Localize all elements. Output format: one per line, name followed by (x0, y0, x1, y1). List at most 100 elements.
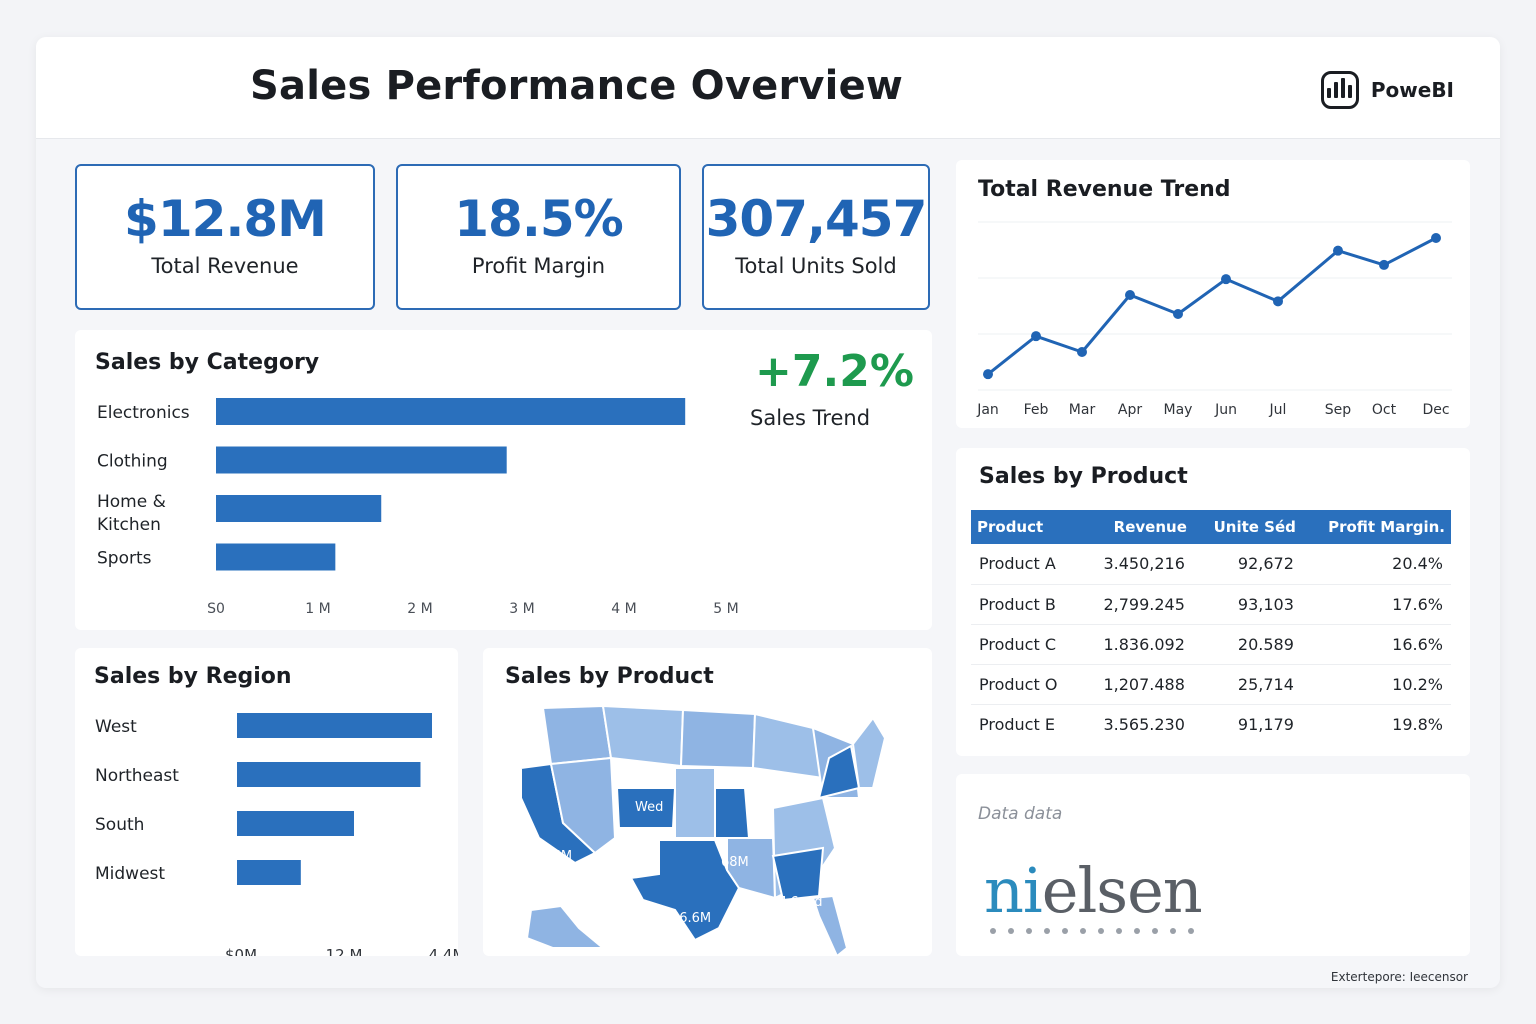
kpi-label: Total Units Sold (735, 254, 897, 278)
kpi-value: 18.5% (454, 190, 623, 248)
table-cell: 92,672 (1192, 544, 1302, 585)
region-bar-chart: West Northeast South Midwest $0M 12 M 4.4M (95, 713, 458, 956)
logo-accent: ni (984, 854, 1043, 927)
x-tick-label: 3 M (509, 601, 534, 617)
region-label: Northeast (95, 766, 179, 786)
category-bar (216, 495, 382, 522)
table-cell: Product A (971, 544, 1081, 585)
table-row[interactable]: Product E 3.565.230 91,179 19.8% (971, 704, 1451, 744)
map-region-carolinas[interactable] (771, 846, 825, 902)
map-region-new-england[interactable] (851, 716, 887, 789)
data-point (1333, 245, 1343, 256)
map-region-alaska[interactable] (525, 904, 606, 949)
revenue-trend-card[interactable]: Total Revenue Trend Jan Feb Mar Apr May Jun Ju… (956, 160, 1470, 428)
data-source-label: Data data (978, 804, 1063, 824)
table-cell: 1.836.092 (1080, 624, 1193, 665)
sales-map-card[interactable]: Sales by Product S3.6M Wed 68M S6.6M M 6… (483, 648, 932, 956)
category-label: Electronics (97, 403, 190, 423)
map-region-plains-north[interactable] (679, 708, 757, 770)
page-title: Sales Performance Overview (250, 63, 904, 109)
x-tick-label: Mar (1069, 402, 1096, 418)
product-table-card[interactable]: Sales by Product Product Revenue Unite S… (956, 448, 1470, 756)
map-label: M 6ovd (775, 895, 823, 910)
us-map[interactable]: S3.6M Wed 68M S6.6M M 6ovd (483, 648, 932, 956)
data-point (1031, 331, 1041, 342)
x-tick-label: Jun (1214, 402, 1237, 418)
table-cell: 3.565.230 (1103, 714, 1185, 734)
revenue-line (987, 236, 1437, 376)
table-row[interactable]: Product O 1,207.488 25,714 10.2% (971, 664, 1451, 705)
x-tick-label: Jan (976, 402, 999, 418)
category-label: Clothing (97, 452, 168, 472)
data-point (1379, 259, 1389, 270)
column-header[interactable]: Revenue (1080, 510, 1193, 544)
map-region-mountain-north[interactable] (601, 704, 685, 768)
data-point (1221, 274, 1231, 285)
x-tick-label: Jul (1269, 402, 1287, 418)
dashboard-frame: Sales Performance Overview PoweBI $12.8M… (36, 37, 1500, 988)
data-point (1173, 309, 1183, 319)
data-point (983, 369, 993, 380)
footer-note: Extertepore: Ieecensor (1330, 970, 1468, 984)
map-region-plains-central[interactable] (674, 767, 716, 839)
table-row[interactable]: Product C 1.836.092 20.589 16.6% (971, 624, 1451, 665)
revenue-line-chart: Jan Feb Mar Apr May Jun Jul Sep Oct Dec (976, 221, 1452, 418)
table-row[interactable]: Product B 2,799.245 93,103 17.6% (971, 584, 1451, 625)
x-tick-label: Apr (1118, 402, 1142, 418)
map-region-missouri[interactable] (714, 787, 751, 839)
region-label: West (95, 717, 137, 737)
x-tick-label: 5 M (713, 601, 738, 617)
sales-by-region-card[interactable]: Sales by Region West Northeast South Midwes… (75, 648, 458, 956)
category-bar (216, 446, 507, 474)
logo-dots (990, 928, 1202, 934)
table-cell: 25,714 (1192, 664, 1302, 705)
table-cell: 2,799.245 (1080, 584, 1193, 625)
card-title: Sales by Product (979, 464, 1188, 489)
map-label: 68M (721, 855, 749, 870)
x-tick-label: S0 (207, 601, 225, 617)
x-tick-label: Sep (1325, 402, 1352, 418)
table-cell: 19.8% (1392, 714, 1443, 734)
category-label: Sports (97, 549, 152, 569)
column-header[interactable]: Unite Séd (1192, 510, 1302, 544)
bar-chart-icon (1320, 71, 1359, 109)
table-cell: Product O (971, 664, 1081, 705)
table-cell: Product B (971, 584, 1081, 625)
map-region-great-lakes[interactable] (751, 712, 825, 780)
table-cell: 20.589 (1192, 624, 1302, 665)
table-header-row: Product Revenue Unite Séd Profit Margin. (971, 510, 1451, 544)
map-region-northwest[interactable] (541, 704, 613, 766)
sales-by-category-card[interactable]: Sales by Category Electronics Clothing Hom… (75, 330, 932, 630)
kpi-value: $12.8M (124, 190, 327, 248)
region-bar (237, 860, 301, 885)
region-label: Midwest (95, 864, 165, 884)
brand[interactable]: PoweBI (1320, 71, 1454, 109)
table-cell: 10.2% (1301, 664, 1451, 705)
category-label: Home & Kitchen (97, 492, 166, 535)
data-source-card: Data data nielsen (956, 774, 1470, 956)
table-cell: 17.6% (1301, 584, 1451, 625)
table-cell: 20.4% (1301, 544, 1451, 585)
kpi-profit-margin[interactable]: 18.5% Profit Margin (396, 164, 681, 310)
kpi-total-revenue[interactable]: $12.8M Total Revenue (75, 164, 375, 310)
data-point (1273, 296, 1283, 307)
x-tick-label: $0M (225, 946, 257, 956)
column-header[interactable]: Product (971, 510, 1081, 544)
table-cell: 3.450,216 (1080, 544, 1193, 585)
table-cell: 91,179 (1237, 714, 1294, 734)
table-cell: 1,207.488 (1080, 664, 1193, 705)
sales-trend-value: +7.2% (755, 346, 914, 397)
category-bar (216, 543, 336, 571)
table-row[interactable]: Product A 3.450,216 92,672 20.4% (971, 544, 1451, 585)
map-label: S6.6M (671, 911, 711, 926)
table-cell: 16.6% (1301, 624, 1451, 665)
x-tick-label: May (1164, 402, 1193, 418)
column-header[interactable]: Profit Margin. (1301, 510, 1451, 544)
map-label: Wed (635, 800, 663, 815)
brand-name: PoweBI (1370, 78, 1454, 102)
header-bar: Sales Performance Overview PoweBI (36, 37, 1500, 139)
x-tick-label: 4.4M (429, 946, 458, 956)
kpi-units-sold[interactable]: 307,457 Total Units Sold (702, 164, 930, 310)
region-bar (237, 713, 432, 738)
nielsen-logo[interactable]: nielsen (984, 860, 1203, 934)
